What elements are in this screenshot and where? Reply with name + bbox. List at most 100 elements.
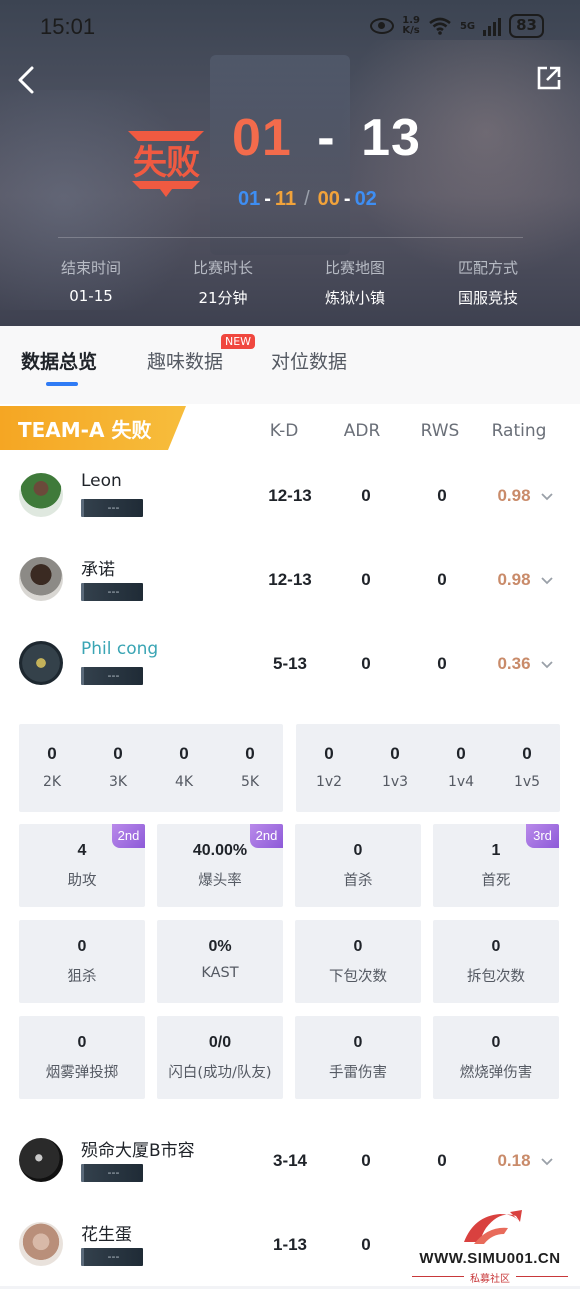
- stat-defuses: 0 拆包次数: [433, 920, 559, 1003]
- battery-icon: 83: [509, 14, 544, 38]
- player-rws: 0: [437, 654, 447, 673]
- player-adr: 0: [361, 654, 371, 673]
- stat-smokes-thrown: 0 烟雾弹投掷: [19, 1016, 145, 1099]
- tab-overview[interactable]: 数据总览: [21, 347, 97, 374]
- watermark: WWW.SIMU001.CN 私募社区: [404, 1206, 576, 1286]
- player-rating: 0.98: [497, 570, 531, 589]
- divider: [58, 237, 523, 238]
- player-name: 殒命大厦B市容: [81, 1141, 195, 1161]
- player-row-expanded[interactable]: Phil cong --- 5-13 0 0 0.36: [0, 622, 580, 706]
- back-arrow-icon[interactable]: [14, 64, 42, 96]
- info-match-type: 匹配方式 国服竞技: [457, 259, 518, 307]
- player-kd: 12-13: [268, 486, 312, 505]
- half-scores: 01-11/00-02: [238, 188, 377, 210]
- rank-badge: ---: [81, 1248, 143, 1266]
- info-map: 比赛地图 炼狱小镇: [324, 259, 385, 307]
- player-rws: 0: [437, 570, 447, 589]
- player-row[interactable]: 承诺 --- 12-13 0 0 0.98: [0, 538, 580, 622]
- new-badge: NEW: [221, 334, 256, 349]
- player-rws: 0: [437, 1151, 447, 1170]
- final-score: 01 - 13: [232, 109, 421, 167]
- player-row[interactable]: 殒命大厦B市容 --- 3-14 0 0 0.18: [0, 1118, 580, 1202]
- rank-badge: ---: [81, 1164, 143, 1182]
- rank-badge: ---: [81, 667, 143, 685]
- stat-first-kill: 0 首杀: [295, 824, 421, 907]
- player-detail-panel: 0 2K 0 3K 0 4K 0 5K 0 1v2 0 1v3 0 1v4 0 1v5 2nd …: [0, 706, 580, 1118]
- team-flag: TEAM-A 失败: [0, 406, 186, 450]
- stat-flashes: 0/0 闪白(成功/队友): [157, 1016, 283, 1099]
- stat-headshot-rate: 2nd 40.00% 爆头率: [157, 824, 283, 907]
- avatar: [19, 1222, 63, 1266]
- result-label: 失败: [133, 143, 200, 183]
- player-name: 承诺: [81, 560, 115, 580]
- player-adr: 0: [361, 1151, 371, 1170]
- signal-icon: [483, 16, 502, 36]
- stat-1v5: 0 1v5: [513, 744, 541, 790]
- share-icon[interactable]: [536, 65, 562, 91]
- avatar: [19, 641, 63, 685]
- stat-molotov-damage: 0 燃烧弹伤害: [433, 1016, 559, 1099]
- avatar: [19, 1138, 63, 1182]
- col-rating: Rating: [491, 421, 547, 441]
- rank-tag: 3rd: [526, 824, 559, 848]
- info-duration: 比赛时长 21分钟: [192, 259, 253, 307]
- player-adr: 0: [361, 486, 371, 505]
- tab-matchup-data[interactable]: 对位数据: [271, 347, 347, 374]
- player-kd: 3-14: [272, 1151, 308, 1170]
- team-header: TEAM-A 失败 K-D ADR RWS Rating: [0, 404, 580, 454]
- status-icons: 1.9 K/s 5G 83: [370, 14, 544, 38]
- watermark-site: WWW.SIMU001.CN: [419, 1250, 561, 1267]
- clutch-box: 0 1v2 0 1v3 0 1v4 0 1v5: [296, 724, 560, 812]
- result-badge: 失败: [126, 129, 206, 199]
- stat-5k: 0 5K: [240, 744, 260, 790]
- stat-1v2: 0 1v2: [315, 744, 343, 790]
- player-adr: 0: [361, 570, 371, 589]
- watermark-sub: 私募社区: [470, 1274, 510, 1285]
- chevron-down-icon[interactable]: [540, 1155, 554, 1169]
- rank-badge: ---: [81, 583, 143, 601]
- info-end-time: 结束时间 01-15: [60, 259, 121, 305]
- avatar: [19, 473, 63, 517]
- stat-assists: 2nd 4 助攻: [19, 824, 145, 907]
- tab-fun-data[interactable]: 趣味数据: [147, 347, 223, 374]
- stat-1v3: 0 1v3: [381, 744, 409, 790]
- stat-2k: 0 2K: [42, 744, 62, 790]
- player-kd: 1-13: [272, 1235, 308, 1254]
- status-bar: 15:01 1.9 K/s 5G 83: [0, 0, 580, 56]
- player-rating: 0.98: [497, 486, 531, 505]
- tab-bar: 数据总览 趣味数据 NEW 对位数据: [0, 326, 580, 404]
- eye-icon: [370, 18, 395, 34]
- network-type: 5G: [459, 20, 476, 32]
- wifi-icon: [429, 17, 451, 35]
- watermark-logo-icon: [464, 1210, 522, 1244]
- player-rating: 0.36: [497, 654, 531, 673]
- avatar: [19, 557, 63, 601]
- player-kd: 5-13: [272, 654, 308, 673]
- chevron-down-icon[interactable]: [540, 490, 554, 504]
- chevron-down-icon[interactable]: [540, 574, 554, 588]
- stat-kast: 0% KAST: [157, 920, 283, 1003]
- status-time: 15:01: [40, 14, 96, 39]
- team-name: TEAM-A 失败: [18, 418, 152, 442]
- player-rating: 0.18: [497, 1151, 531, 1170]
- player-name: Phil cong: [81, 639, 159, 659]
- stat-4k: 0 4K: [174, 744, 194, 790]
- match-detail-page: 15:01 1.9 K/s 5G 83 失败 01 - 13 01 - 11 /…: [0, 0, 580, 1289]
- network-speed: 1.9 K/s: [402, 15, 420, 36]
- stat-1v4: 0 1v4: [447, 744, 475, 790]
- stat-3k: 0 3K: [108, 744, 128, 790]
- stat-sniper-kills: 0 狙杀: [19, 920, 145, 1003]
- player-name: 花生蛋: [81, 1225, 132, 1245]
- rank-badge: ---: [81, 499, 143, 517]
- player-rws: 0: [437, 486, 447, 505]
- stat-bomb-plants: 0 下包次数: [295, 920, 421, 1003]
- match-header: 15:01 1.9 K/s 5G 83 失败 01 - 13 01 - 11 /…: [0, 0, 580, 326]
- tab-indicator: [46, 382, 78, 386]
- chevron-down-icon[interactable]: [540, 658, 554, 672]
- rank-tag: 2nd: [112, 824, 145, 848]
- player-row[interactable]: Leon --- 12-13 0 0 0.98: [0, 454, 580, 538]
- rank-tag: 2nd: [250, 824, 283, 848]
- player-adr: 0: [361, 1235, 371, 1254]
- multikill-box: 0 2K 0 3K 0 4K 0 5K: [19, 724, 283, 812]
- stat-first-death: 3rd 1 首死: [433, 824, 559, 907]
